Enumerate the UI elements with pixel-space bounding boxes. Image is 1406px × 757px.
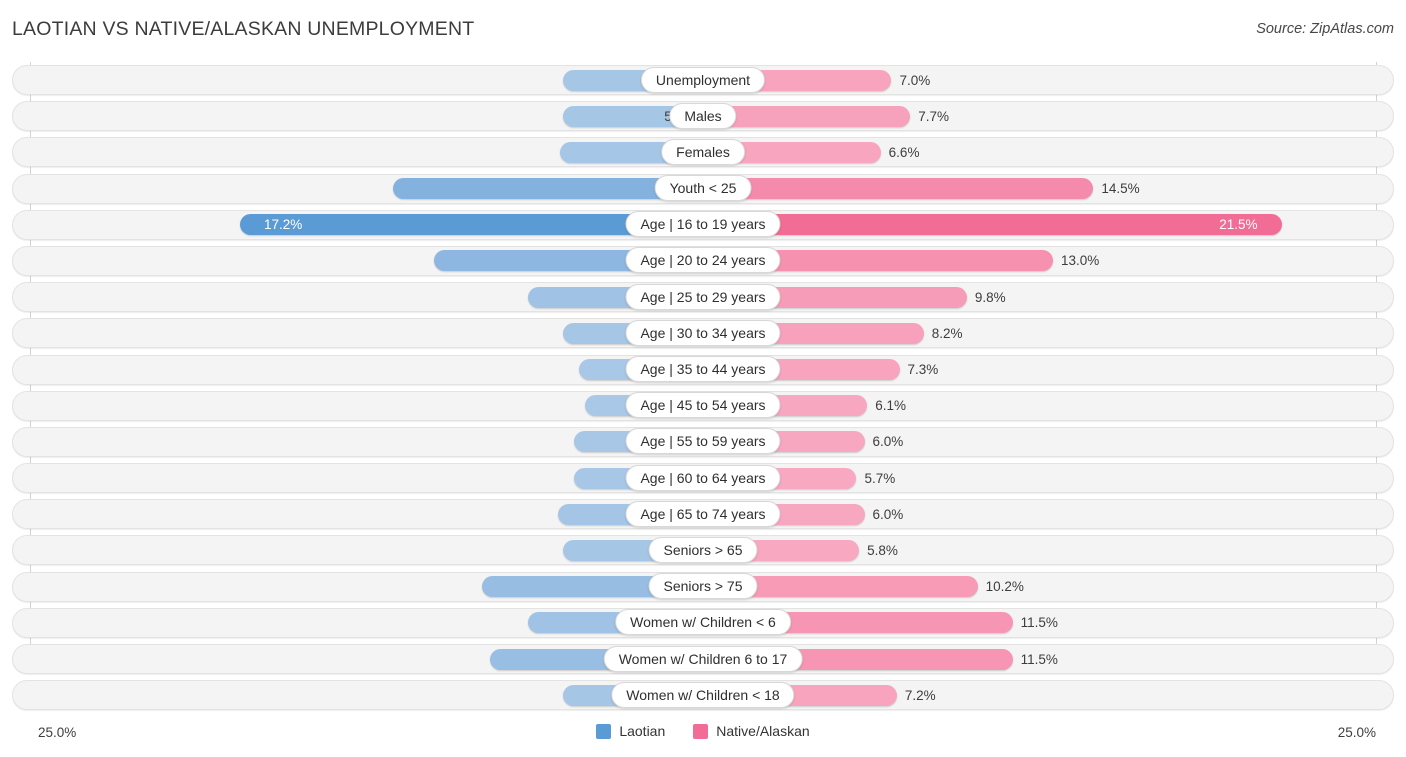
row-label: Age | 55 to 59 years [625,428,781,455]
legend-label-laotian: Laotian [619,723,666,739]
legend-swatch-native-alaskan [693,723,709,739]
bar-native-alaskan[interactable] [703,178,1094,200]
chart-row: 4.6%7.3%Age | 35 to 44 years [0,352,1406,388]
bar-value-native-alaskan: 7.0% [899,72,931,88]
row-label: Age | 60 to 64 years [625,464,781,491]
row-label: Women w/ Children 6 to 17 [603,645,803,672]
row-label: Women w/ Children < 6 [615,609,791,636]
bar-value-native-alaskan: 6.0% [872,434,904,450]
chart-row: 5.2%7.0%Unemployment [0,62,1406,98]
legend: Laotian Native/Alaskan [0,723,1406,739]
diverging-bar-chart: 5.2%7.0%Unemployment5.2%7.7%Males5.3%6.6… [0,62,1406,717]
chart-row: 4.4%6.1%Age | 45 to 54 years [0,388,1406,424]
legend-swatch-laotian [596,723,612,739]
bar-value-native-alaskan: 9.8% [974,289,1006,305]
chart-row: 17.2% 21.5% Age | 16 to 19 years [0,207,1406,243]
chart-row: 5.3%6.6%Females [0,134,1406,170]
bar-value-native-alaskan: 13.0% [1060,253,1100,269]
row-label: Youth < 25 [654,175,752,202]
bar-group-laotian: 11.5% [303,178,703,200]
row-label: Women w/ Children < 18 [611,681,795,708]
legend-label-native-alaskan: Native/Alaskan [716,723,810,739]
row-label: Age | 16 to 19 years [625,211,781,238]
row-label: Females [661,138,745,165]
bar-value-native-alaskan: 11.5% [1020,615,1058,631]
bar-value-native-alaskan: 7.2% [904,687,936,703]
bar-value-native-alaskan: 8.2% [931,325,963,341]
chart-row: 4.8%6.0%Age | 55 to 59 years [0,424,1406,460]
chart-row: 4.8%5.7%Age | 60 to 64 years [0,460,1406,496]
chart-footer: 25.0% 25.0% Laotian Native/Alaskan [0,713,1406,757]
chart-row: 7.9%11.5%Women w/ Children 6 to 17 [0,641,1406,677]
bar-value-native-alaskan: 7.7% [918,108,950,124]
bar-group-native-alaskan: 14.5% [703,178,1183,200]
bar-group-native-alaskan: 10.2% [703,576,1068,598]
chart-rows: 5.2%7.0%Unemployment5.2%7.7%Males5.3%6.6… [0,62,1406,713]
bar-value-native-alaskan: 14.5% [1101,181,1140,197]
chart-row: 6.5%9.8%Age | 25 to 29 years [0,279,1406,315]
row-label: Unemployment [640,66,766,93]
bar-native-alaskan[interactable] [703,214,1282,236]
row-label: Age | 25 to 29 years [625,283,781,310]
chart-row: 5.2%8.2%Age | 30 to 34 years [0,315,1406,351]
row-label: Age | 20 to 24 years [625,247,781,274]
bar-group-native-alaskan: 7.7% [703,105,1000,127]
source-attribution: Source: ZipAtlas.com [1256,21,1394,37]
bar-group-native-alaskan: 21.5% [703,214,1372,236]
chart-row: 5.2%7.2%Women w/ Children < 18 [0,677,1406,713]
bar-value-native-alaskan: 10.2% [985,579,1024,595]
chart-page: LAOTIAN VS NATIVE/ALASKAN UNEMPLOYMENT S… [0,0,1406,757]
bar-value-native-alaskan: 11.5% [1020,651,1058,667]
legend-item-native-alaskan[interactable]: Native/Alaskan [693,723,810,739]
page-title: LAOTIAN VS NATIVE/ALASKAN UNEMPLOYMENT [12,18,475,40]
bar-value-native-alaskan: 5.8% [867,542,898,558]
chart-row: 5.4%6.0%Age | 65 to 74 years [0,496,1406,532]
bar-value-native-alaskan: 6.1% [875,398,906,414]
chart-row: 5.2%5.8%Seniors > 65 [0,532,1406,568]
bar-value-native-alaskan: 6.0% [872,506,904,522]
chart-row: 10.0%13.0%Age | 20 to 24 years [0,243,1406,279]
bar-value-native-alaskan: 6.6% [888,144,920,160]
row-label: Males [669,102,737,129]
legend-item-laotian[interactable]: Laotian [596,723,665,739]
bar-value-laotian: 17.2% [263,217,303,233]
chart-row: 8.2%10.2%Seniors > 75 [0,569,1406,605]
bar-value-native-alaskan: 5.7% [864,470,896,486]
bar-value-native-alaskan: 21.5% [1219,217,1258,233]
row-label: Seniors > 65 [648,536,758,563]
chart-row: 11.5% 14.5% Youth < 25 [0,171,1406,207]
bar-group-laotian: 17.2% [150,214,703,236]
row-label: Age | 30 to 34 years [625,319,781,346]
chart-row: 6.5%11.5%Women w/ Children < 6 [0,605,1406,641]
row-label: Seniors > 75 [648,573,758,600]
row-label: Age | 45 to 54 years [625,392,781,419]
chart-row: 5.2%7.7%Males [0,98,1406,134]
bar-value-native-alaskan: 7.3% [907,362,939,377]
row-label: Age | 65 to 74 years [625,500,781,527]
row-label: Age | 35 to 44 years [625,356,781,382]
